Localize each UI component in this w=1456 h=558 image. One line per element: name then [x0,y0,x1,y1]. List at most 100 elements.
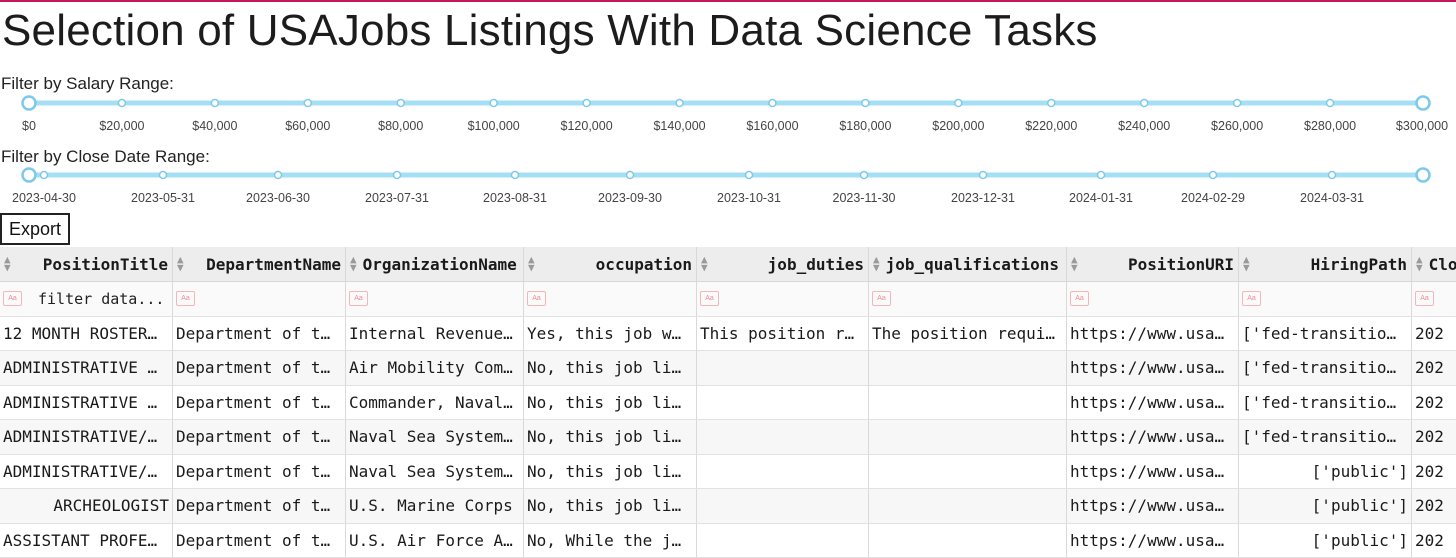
slider-min-handle[interactable] [23,97,36,110]
slider-min-handle[interactable] [23,169,36,182]
slider-max-handle[interactable] [1417,169,1430,182]
table-cell[interactable]: 202 [1412,524,1456,558]
column-filter-input[interactable]: Aa [1239,282,1412,316]
table-row[interactable]: ADMINISTRATIVE …Department of t…Air Mobi… [0,351,1456,386]
table-cell[interactable] [869,420,1067,454]
table-cell[interactable]: https://www.usa… [1067,351,1239,385]
table-cell[interactable]: Naval Sea System… [346,455,524,489]
table-cell[interactable] [697,420,869,454]
table-cell[interactable]: U.S. Air Force A… [346,524,524,558]
column-header[interactable]: ▲▼PositionURI [1067,247,1239,281]
table-cell[interactable] [869,386,1067,420]
table-cell[interactable]: 12 MONTH ROSTER… [0,317,173,351]
column-header[interactable]: ▲▼job_duties [697,247,869,281]
column-header[interactable]: ▲▼occupation [524,247,697,281]
table-cell[interactable]: No, this job li… [524,489,697,523]
column-header[interactable]: ▲▼Clo [1412,247,1456,281]
table-cell[interactable] [869,524,1067,558]
sort-icon[interactable]: ▲▼ [1071,256,1078,272]
sort-icon[interactable]: ▲▼ [1243,256,1250,272]
column-filter-input[interactable]: Aa [1412,282,1456,316]
table-cell[interactable]: ADMINISTRATIVE … [0,386,173,420]
salary-range-slider[interactable]: $0$20,000$40,000$60,000$80,000$100,000$1… [0,92,1456,142]
table-cell[interactable]: Department of t… [173,317,346,351]
table-cell[interactable] [697,386,869,420]
sort-icon[interactable]: ▲▼ [1416,256,1423,272]
table-cell[interactable]: https://www.usa… [1067,524,1239,558]
table-cell[interactable]: Air Mobility Com… [346,351,524,385]
table-row[interactable]: ARCHEOLOGISTDepartment of t…U.S. Marine … [0,489,1456,524]
table-cell[interactable]: Department of t… [173,386,346,420]
table-cell[interactable] [697,351,869,385]
table-cell[interactable]: Yes, this job w… [524,317,697,351]
table-cell[interactable]: 202 [1412,455,1456,489]
sort-icon[interactable]: ▲▼ [350,256,357,272]
table-cell[interactable]: ['public'] [1239,455,1412,489]
column-header[interactable]: ▲▼OrganizationName [346,247,524,281]
table-cell[interactable]: https://www.usa… [1067,489,1239,523]
table-cell[interactable]: U.S. Marine Corps [346,489,524,523]
table-cell[interactable]: No, this job li… [524,386,697,420]
column-filter-input[interactable]: Aafilter data... [0,282,173,316]
column-filter-input[interactable]: Aa [173,282,346,316]
column-filter-input[interactable]: Aa [869,282,1067,316]
table-cell[interactable]: ['public'] [1239,524,1412,558]
table-cell[interactable]: Commander, Naval… [346,386,524,420]
column-filter-input[interactable]: Aa [524,282,697,316]
table-row[interactable]: ADMINISTRATIVE/…Department of t…Naval Se… [0,420,1456,455]
export-button[interactable]: Export [0,213,70,245]
table-cell[interactable] [869,351,1067,385]
table-cell[interactable]: 202 [1412,317,1456,351]
table-row[interactable]: ADMINISTRATIVE …Department of t…Commande… [0,386,1456,421]
table-cell[interactable]: The position requi… [869,317,1067,351]
table-cell[interactable]: No, this job li… [524,420,697,454]
sort-icon[interactable]: ▲▼ [873,256,880,272]
table-cell[interactable]: This position r… [697,317,869,351]
column-header[interactable]: ▲▼PositionTitle [0,247,173,281]
table-cell[interactable]: Department of t… [173,455,346,489]
table-cell[interactable]: https://www.usa… [1067,455,1239,489]
table-cell[interactable]: 202 [1412,489,1456,523]
table-cell[interactable]: No, While the j… [524,524,697,558]
table-cell[interactable]: No, this job li… [524,351,697,385]
column-filter-input[interactable]: Aa [346,282,524,316]
table-cell[interactable]: https://www.usa… [1067,386,1239,420]
table-cell[interactable] [869,489,1067,523]
column-header[interactable]: ▲▼DepartmentName [173,247,346,281]
table-cell[interactable]: ADMINISTRATIVE/… [0,455,173,489]
table-cell[interactable]: ARCHEOLOGIST [0,489,173,523]
table-cell[interactable]: ['fed-transitio… [1239,386,1412,420]
table-cell[interactable]: Department of t… [173,524,346,558]
table-cell[interactable]: Department of t… [173,489,346,523]
table-cell[interactable]: ASSISTANT PROFE… [0,524,173,558]
table-cell[interactable]: ['fed-transitio… [1239,351,1412,385]
table-cell[interactable]: 202 [1412,351,1456,385]
table-cell[interactable] [697,524,869,558]
table-cell[interactable]: Naval Sea System… [346,420,524,454]
table-cell[interactable]: https://www.usa… [1067,420,1239,454]
table-cell[interactable]: Internal Revenue… [346,317,524,351]
table-cell[interactable]: ADMINISTRATIVE … [0,351,173,385]
sort-icon[interactable]: ▲▼ [4,256,11,272]
slider-max-handle[interactable] [1417,97,1430,110]
table-cell[interactable]: ['public'] [1239,489,1412,523]
sort-icon[interactable]: ▲▼ [701,256,708,272]
table-cell[interactable]: ADMINISTRATIVE/… [0,420,173,454]
table-cell[interactable] [869,455,1067,489]
table-row[interactable]: ASSISTANT PROFE…Department of t…U.S. Air… [0,524,1456,558]
table-cell[interactable] [697,455,869,489]
column-filter-input[interactable]: Aa [697,282,869,316]
table-cell[interactable]: No, this job li… [524,455,697,489]
table-row[interactable]: ADMINISTRATIVE/…Department of t…Naval Se… [0,455,1456,490]
table-cell[interactable]: Department of t… [173,351,346,385]
table-cell[interactable] [697,489,869,523]
column-filter-input[interactable]: Aa [1067,282,1239,316]
table-row[interactable]: 12 MONTH ROSTER…Department of t…Internal… [0,317,1456,352]
sort-icon[interactable]: ▲▼ [177,256,184,272]
table-cell[interactable]: ['fed-transitio… [1239,317,1412,351]
column-header[interactable]: ▲▼HiringPath [1239,247,1412,281]
table-cell[interactable]: Department of t… [173,420,346,454]
table-cell[interactable]: 202 [1412,420,1456,454]
table-cell[interactable]: ['fed-transitio… [1239,420,1412,454]
table-cell[interactable]: 202 [1412,386,1456,420]
